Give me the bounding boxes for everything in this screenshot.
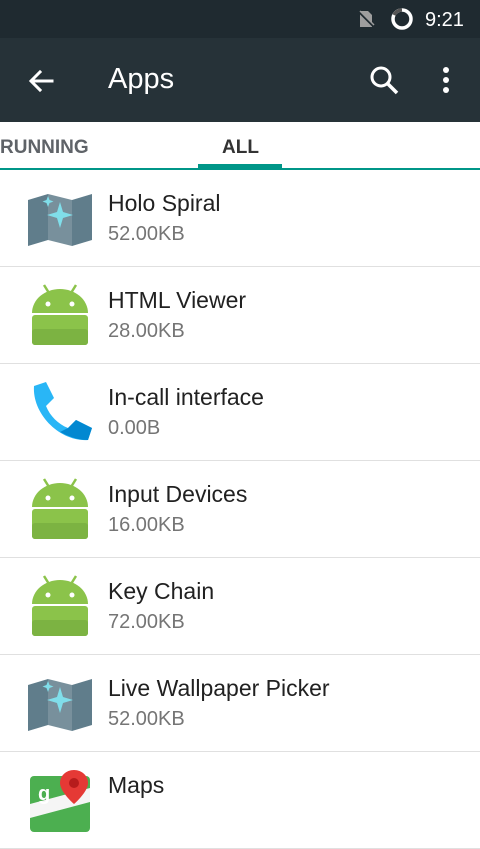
android-icon — [32, 284, 88, 345]
more-options-icon[interactable] — [434, 64, 458, 96]
google-maps-icon: g — [30, 770, 90, 832]
tab-running[interactable]: RUNNING — [0, 137, 89, 159]
list-item[interactable]: Holo Spiral 52.00KB — [0, 170, 480, 267]
android-icon — [32, 478, 88, 539]
list-item[interactable]: Live Wallpaper Picker 52.00KB — [0, 655, 480, 752]
app-size: 0.00B — [108, 417, 161, 439]
battery-charging-icon — [391, 8, 413, 30]
app-toolbar: Apps — [0, 38, 480, 122]
status-bar: 9:21 — [0, 0, 480, 38]
status-time: 9:21 — [425, 9, 464, 31]
map-sparkle-icon — [28, 679, 92, 731]
app-list: Holo Spiral 52.00KB HTML Viewer 28.00KB … — [0, 170, 480, 849]
page-title: Apps — [108, 63, 175, 95]
search-icon[interactable] — [368, 64, 400, 96]
tab-selected-indicator — [198, 164, 282, 168]
list-item[interactable]: In-call interface 0.00B — [0, 364, 480, 461]
tab-all[interactable]: ALL — [222, 137, 259, 159]
app-size: 16.00KB — [108, 514, 185, 536]
map-sparkle-icon — [28, 194, 92, 246]
app-size: 72.00KB — [108, 611, 185, 633]
list-item[interactable]: Key Chain 72.00KB — [0, 558, 480, 655]
back-arrow-icon[interactable] — [26, 66, 56, 96]
list-item[interactable]: g Maps — [0, 752, 480, 849]
no-sim-icon — [358, 10, 375, 27]
phone-icon — [33, 382, 92, 441]
app-size: 28.00KB — [108, 320, 185, 342]
app-name: Holo Spiral — [108, 190, 221, 216]
app-name: In-call interface — [108, 384, 264, 410]
tab-bar: RUNNING ALL — [0, 122, 480, 170]
app-name: Maps — [108, 772, 165, 798]
app-name: HTML Viewer — [108, 287, 247, 313]
list-item[interactable]: Input Devices 16.00KB — [0, 461, 480, 558]
svg-text:g: g — [38, 783, 50, 805]
android-icon — [32, 575, 88, 636]
app-name: Input Devices — [108, 481, 248, 507]
app-size: 52.00KB — [108, 708, 185, 730]
app-size: 52.00KB — [108, 223, 185, 245]
list-item[interactable]: HTML Viewer 28.00KB — [0, 267, 480, 364]
app-name: Live Wallpaper Picker — [108, 675, 330, 701]
app-name: Key Chain — [108, 578, 215, 604]
